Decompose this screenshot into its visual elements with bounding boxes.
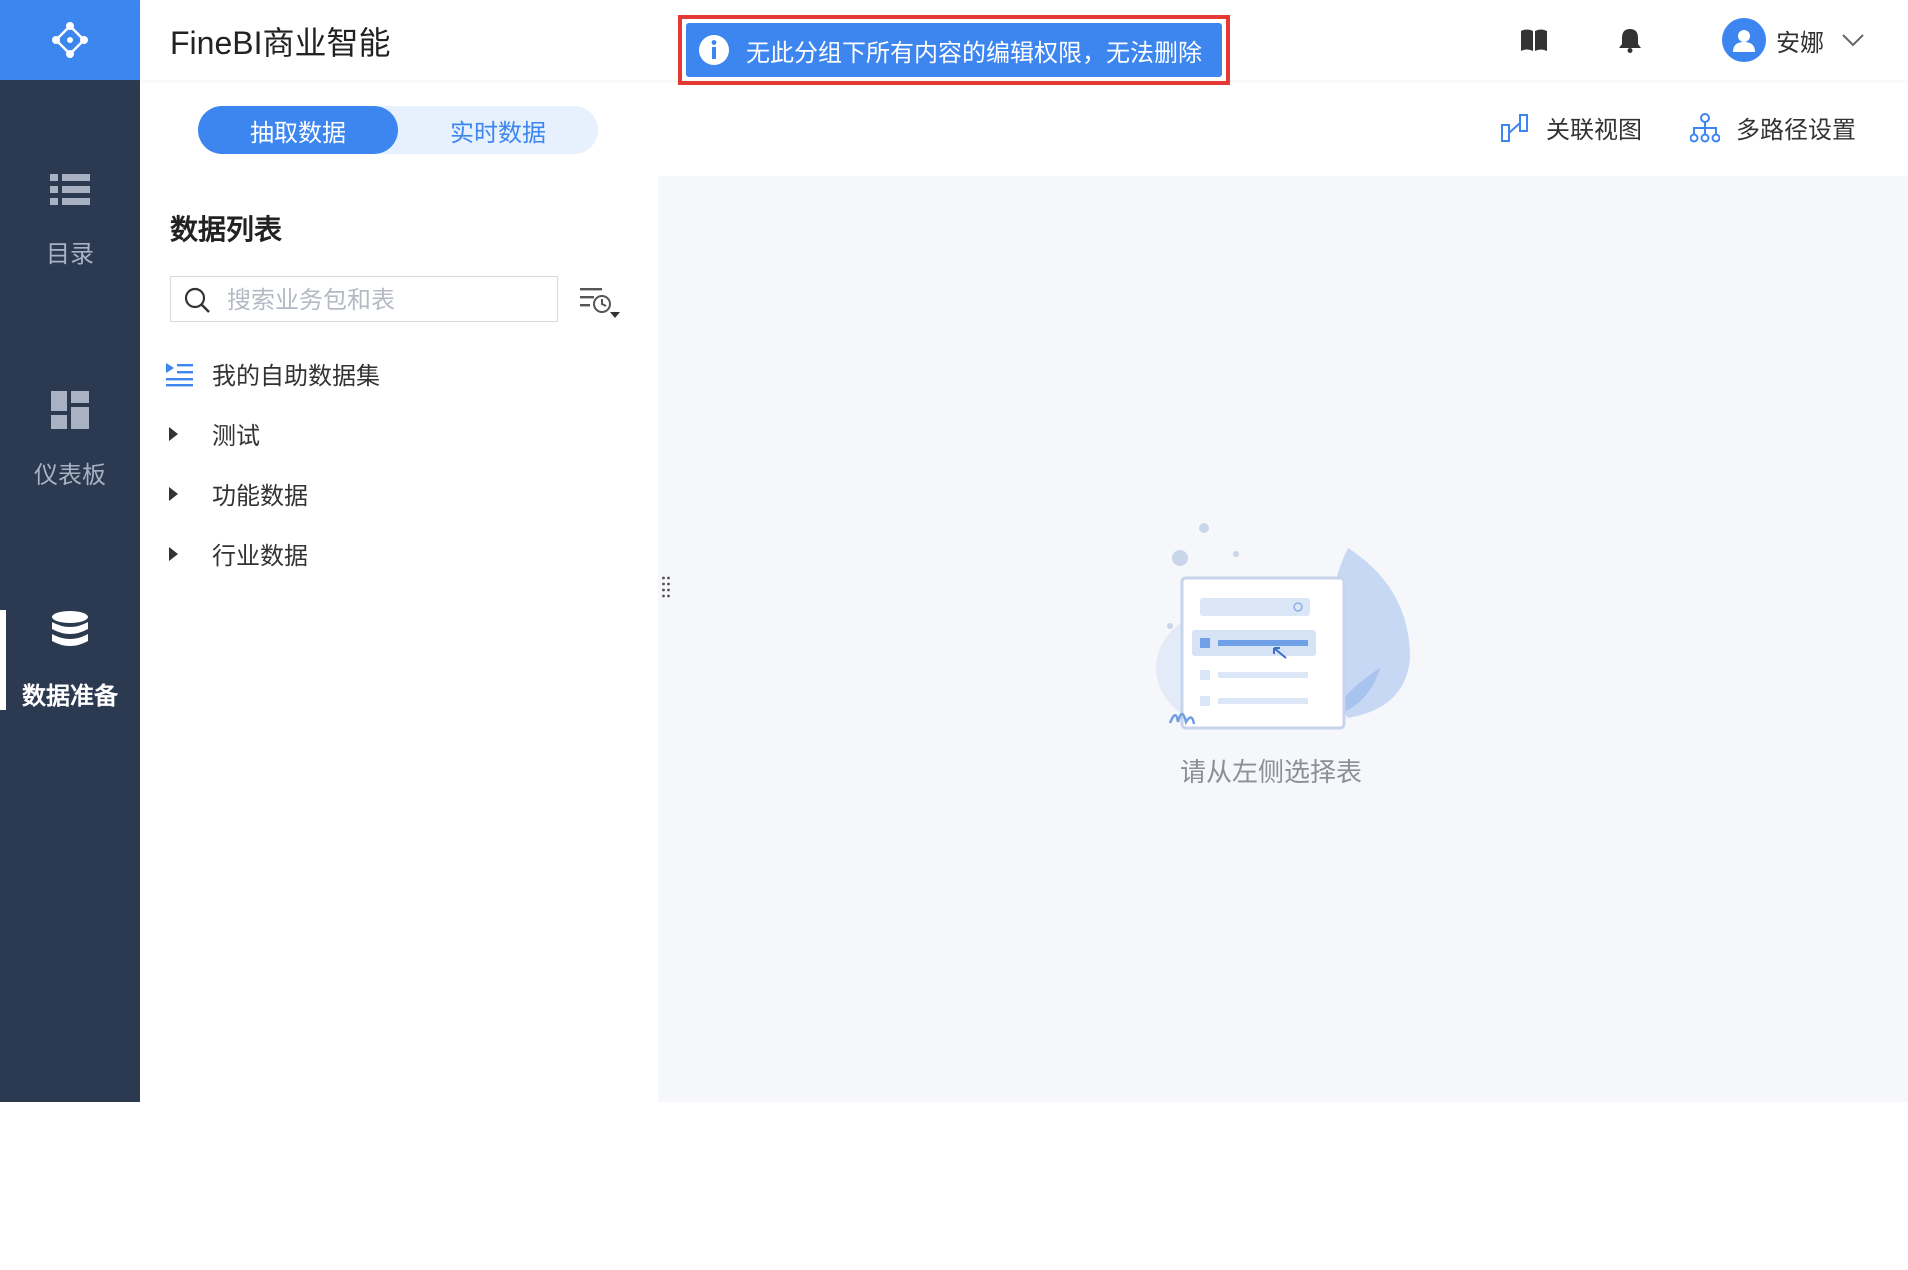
drag-handle-icon bbox=[662, 576, 670, 598]
bell-icon bbox=[1619, 29, 1641, 53]
empty-state-text: 请从左侧选择表 bbox=[1180, 758, 1363, 788]
info-icon bbox=[699, 35, 729, 65]
notification-button[interactable] bbox=[1614, 24, 1646, 56]
book-icon bbox=[1521, 29, 1547, 51]
sidebar-item-label: 仪表板 bbox=[34, 460, 106, 489]
sidebar: 目录 仪表板 数据准备 bbox=[0, 0, 140, 1270]
list-icon bbox=[50, 173, 90, 205]
sidebar-item-data-prep[interactable]: 数据准备 bbox=[0, 560, 140, 1270]
filter-history-icon bbox=[580, 288, 620, 318]
tree-item-function-data[interactable]: 功能数据 bbox=[166, 476, 308, 511]
toast-text: 无此分组下所有内容的编辑权限，无法删除 bbox=[746, 38, 1202, 67]
search-icon bbox=[184, 287, 210, 313]
app-title: FineBI商业智能 bbox=[170, 25, 391, 61]
chevron-down-icon bbox=[1842, 34, 1864, 47]
sidebar-item-catalog[interactable]: 目录 bbox=[0, 120, 140, 320]
search-input[interactable] bbox=[225, 283, 549, 317]
sidebar-item-label: 目录 bbox=[46, 239, 94, 268]
tree-item-label: 测试 bbox=[212, 422, 260, 450]
logo-icon bbox=[52, 22, 88, 58]
sidebar-item-label: 数据准备 bbox=[22, 681, 118, 710]
panel-title: 数据列表 bbox=[170, 213, 283, 246]
relation-view-icon bbox=[1501, 113, 1528, 142]
multipath-settings-button[interactable]: 多路径设置 bbox=[1690, 110, 1856, 145]
tree-item-my-datasets[interactable]: 我的自助数据集 bbox=[166, 356, 380, 391]
tree-item-label: 行业数据 bbox=[212, 542, 308, 570]
tab-extract-data[interactable]: 抽取数据 bbox=[198, 106, 398, 154]
user-menu[interactable]: 安娜 bbox=[1722, 18, 1864, 62]
dashboard-icon bbox=[51, 390, 89, 429]
tree-item-test[interactable]: 测试 bbox=[166, 416, 260, 451]
filter-sort-button[interactable] bbox=[578, 284, 622, 324]
sidebar-item-dashboard[interactable]: 仪表板 bbox=[0, 340, 140, 540]
app-logo[interactable] bbox=[0, 0, 140, 80]
relation-view-label: 关联视图 bbox=[1546, 116, 1642, 144]
empty-table-illustration bbox=[1156, 523, 1410, 730]
panel-resize-handle[interactable] bbox=[661, 575, 671, 605]
tree-item-industry-data[interactable]: 行业数据 bbox=[166, 536, 308, 571]
database-icon bbox=[52, 610, 88, 646]
caret-right-icon bbox=[169, 426, 178, 441]
help-doc-button[interactable] bbox=[1518, 24, 1550, 56]
avatar bbox=[1722, 18, 1766, 62]
tree-item-label: 功能数据 bbox=[212, 482, 308, 510]
tab-realtime-data[interactable]: 实时数据 bbox=[398, 106, 598, 154]
relation-view-button[interactable]: 关联视图 bbox=[1500, 110, 1642, 145]
data-mode-tabs: 抽取数据 实时数据 bbox=[198, 106, 598, 154]
multipath-settings-label: 多路径设置 bbox=[1736, 116, 1856, 144]
tree-item-label: 我的自助数据集 bbox=[212, 362, 380, 390]
empty-state-illustration bbox=[1148, 518, 1418, 742]
search-box bbox=[170, 276, 558, 322]
dataset-list-icon bbox=[166, 362, 193, 386]
caret-right-icon bbox=[169, 486, 178, 501]
user-name: 安娜 bbox=[1776, 28, 1824, 57]
avatar-icon bbox=[1733, 30, 1755, 52]
toast-message: 无此分组下所有内容的编辑权限，无法删除 bbox=[686, 23, 1222, 77]
caret-right-icon bbox=[169, 546, 178, 561]
org-tree-icon bbox=[1690, 112, 1720, 142]
